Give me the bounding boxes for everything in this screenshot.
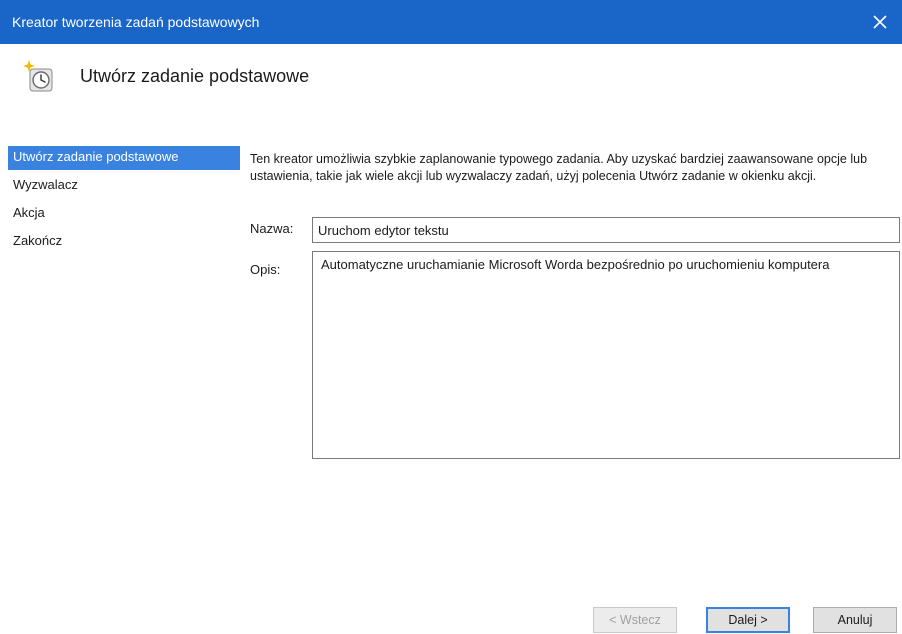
next-button[interactable]: Dalej > — [706, 607, 790, 633]
wizard-window: Kreator tworzenia zadań podstawowych Utw… — [0, 0, 902, 634]
step-trigger[interactable]: Wyzwalacz — [8, 174, 240, 198]
title-bar[interactable]: Kreator tworzenia zadań podstawowych — [0, 0, 902, 44]
wizard-description: Ten kreator umożliwia szybkie zaplanowan… — [250, 152, 868, 183]
description-input[interactable]: Automatyczne uruchamianie Microsoft Word… — [312, 251, 900, 459]
window-title: Kreator tworzenia zadań podstawowych — [12, 14, 260, 30]
button-bar: < Wstecz Dalej > Anuluj — [0, 600, 902, 634]
name-label: Nazwa: — [250, 221, 294, 236]
name-input[interactable] — [312, 217, 900, 243]
task-clock-icon — [23, 60, 53, 92]
step-create-basic-task[interactable]: Utwórz zadanie podstawowe — [8, 146, 240, 170]
back-button[interactable]: < Wstecz — [593, 607, 677, 633]
close-icon — [873, 15, 887, 29]
step-action[interactable]: Akcja — [8, 202, 240, 226]
page-title: Utwórz zadanie podstawowe — [80, 66, 310, 86]
description-label: Opis: — [250, 262, 281, 277]
cancel-button[interactable]: Anuluj — [813, 607, 897, 633]
step-finish[interactable]: Zakończ — [8, 230, 240, 254]
close-button[interactable] — [858, 0, 902, 44]
wizard-steps: Utwórz zadanie podstawowe Wyzwalacz Akcj… — [8, 146, 240, 258]
